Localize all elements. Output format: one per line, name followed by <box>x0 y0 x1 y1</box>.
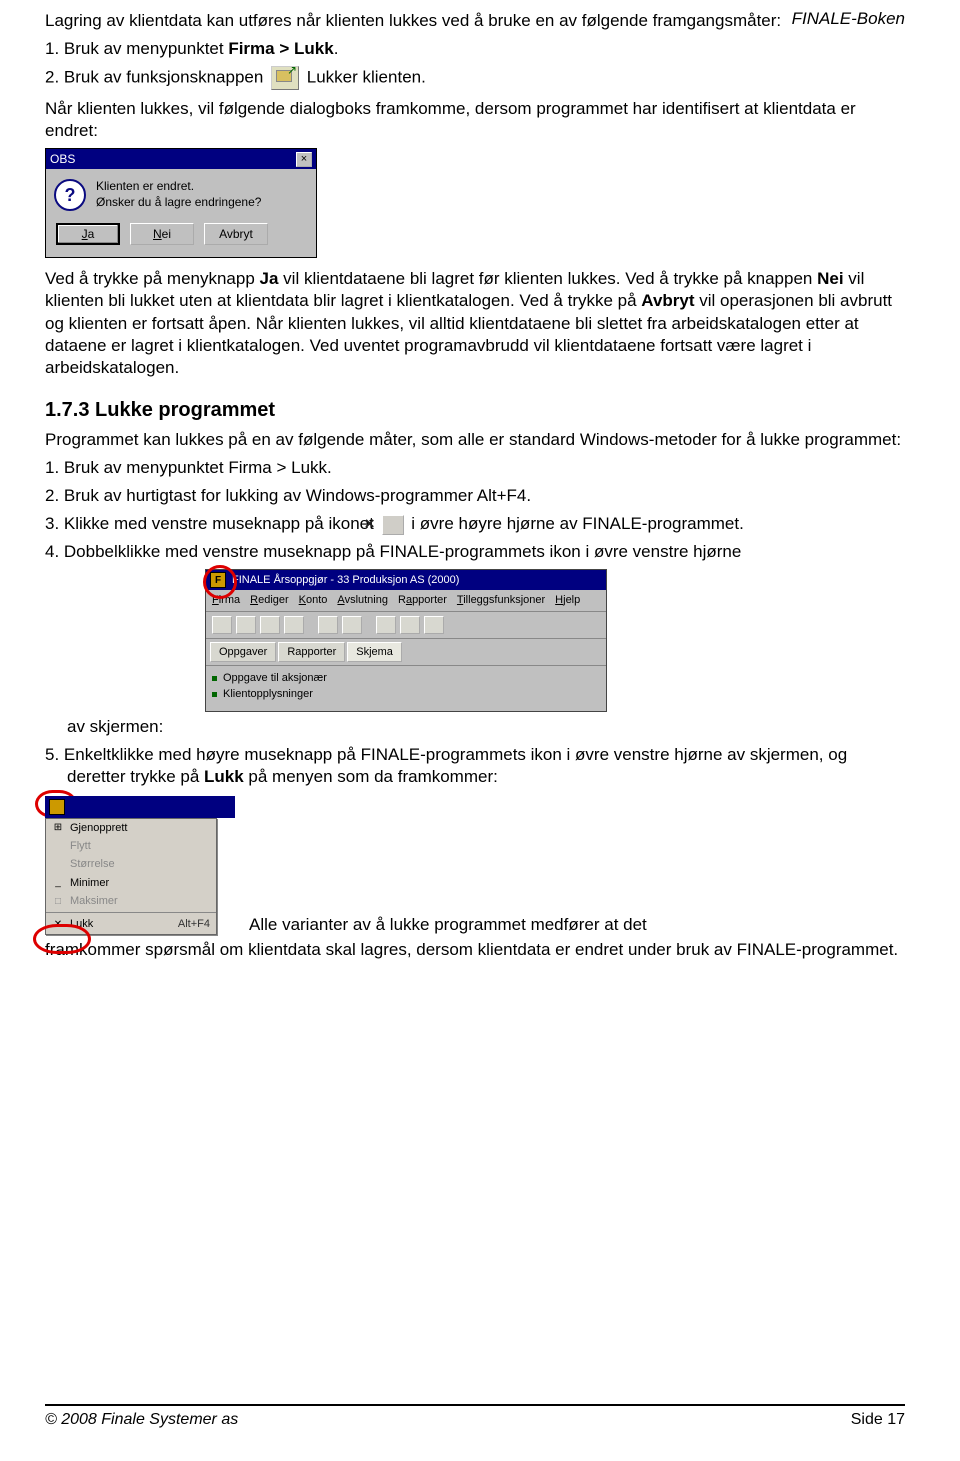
bullet-icon <box>212 676 217 681</box>
tb-save-icon[interactable] <box>284 616 304 634</box>
app-titlebar: F FINALE Årsoppgjør - 33 Produksjon AS (… <box>206 570 606 590</box>
system-menu: ⊞ Gjenopprett Flytt Størrelse _ Minimer □ M… <box>45 818 217 935</box>
footer-right: Side 17 <box>851 1410 905 1431</box>
tb-paste-icon[interactable] <box>424 616 444 634</box>
sec173-l2: 2. Bruk av hurtigtast for lukking av Win… <box>45 485 905 507</box>
sec173-l3: 3. Klikke med venstre museknapp på ikone… <box>45 513 905 535</box>
sec173-l4: 4. Dobbelklikke med venstre museknapp på… <box>45 541 905 563</box>
tb-close-icon[interactable] <box>260 616 280 634</box>
nei-button[interactable]: Nei <box>130 223 194 245</box>
minimize-icon: _ <box>52 876 64 889</box>
app-window: F FINALE Årsoppgjør - 33 Produksjon AS (… <box>205 569 607 711</box>
intro-item1: 1. Bruk av menypunktet Firma > Lukk. <box>45 38 905 60</box>
tb-new-icon[interactable] <box>212 616 232 634</box>
tb-cut-icon[interactable] <box>376 616 396 634</box>
sysmenu-titlebar <box>45 796 235 818</box>
i2-post: Lukker klienten. <box>302 68 426 87</box>
intro-item2: 2. Bruk av funksjonsknappen Lukker klien… <box>45 66 905 90</box>
l5-bold: Lukk <box>204 767 244 786</box>
system-menu-shot: ⊞ Gjenopprett Flytt Størrelse _ Minimer □ M… <box>45 796 235 935</box>
menu-hjelp[interactable]: Hjelp <box>555 594 580 606</box>
sec173-p: Programmet kan lukkes på en av følgende … <box>45 429 905 451</box>
l5-post: på menyen som da framkommer: <box>244 767 498 786</box>
mi-label: Gjenopprett <box>70 821 127 835</box>
exp-mid1: vil klientdataene bli lagret før kliente… <box>278 269 817 288</box>
i1-bold: Firma > Lukk <box>228 39 333 58</box>
dialog-line2: Ønsker du å lagre endringene? <box>96 195 261 211</box>
i2-pre: 2. Bruk av funksjonsknappen <box>45 68 268 87</box>
restore-icon: ⊞ <box>52 821 64 834</box>
avbryt-button[interactable]: Avbryt <box>204 223 268 245</box>
close-client-icon <box>271 66 299 90</box>
mi-label: Størrelse <box>70 857 115 871</box>
app-menubar: FirmaRedigerKontoAvslutningRapporterTill… <box>206 590 606 611</box>
app-list: Oppgave til aksjonær Klientopplysninger <box>206 666 606 711</box>
sysmenu-storrelse: Størrelse <box>46 855 216 873</box>
ja-button[interactable]: Ja <box>56 223 120 245</box>
tab-skjema[interactable]: Skjema <box>347 642 402 662</box>
dialog-titlebar: OBS × <box>46 149 316 169</box>
page-footer: © 2008 Finale Systemer as Side 17 <box>45 1404 905 1431</box>
tb-copy-icon[interactable] <box>400 616 420 634</box>
sysmenu-gjenopprett[interactable]: ⊞ Gjenopprett <box>46 819 216 837</box>
list-item[interactable]: Klientopplysninger <box>212 686 600 702</box>
dialog-title: OBS <box>50 152 75 168</box>
exp-nei: Nei <box>817 269 843 288</box>
app-toolbar <box>206 612 606 639</box>
mi-shortcut: Alt+F4 <box>178 917 210 931</box>
tb-print-icon[interactable] <box>318 616 338 634</box>
ja-rest: a <box>88 227 95 241</box>
i1-pre: 1. Bruk av menypunktet <box>45 39 228 58</box>
list-item-label: Oppgave til aksjonær <box>223 671 327 685</box>
mi-label: Maksimer <box>70 894 118 908</box>
l3-post: i øvre høyre hjørne av FINALE-programmet… <box>407 514 744 533</box>
app-tabs: Oppgaver Rapporter Skjema <box>206 639 606 666</box>
dialog-close-icon[interactable]: × <box>296 152 312 167</box>
menu-konto[interactable]: Konto <box>299 594 328 606</box>
red-circle-lukk-annotation <box>33 924 91 954</box>
intro-p1: Lagring av klientdata kan utføres når kl… <box>45 10 905 32</box>
final-rest: framkommer spørsmål om klientdata skal l… <box>45 939 905 961</box>
exp-avbryt: Avbryt <box>641 291 694 310</box>
dialog-line1: Klienten er endret. <box>96 179 261 195</box>
menu-tillegg[interactable]: Tilleggsfunksjoner <box>457 594 545 606</box>
explain-para: Ved å trykke på menyknapp Ja vil klientd… <box>45 268 905 378</box>
section-173-heading: 1.7.3 Lukke programmet <box>45 397 905 423</box>
menu-rediger[interactable]: Rediger <box>250 594 289 606</box>
mi-label: Flytt <box>70 839 91 853</box>
list-item[interactable]: Oppgave til aksjonær <box>212 670 600 686</box>
l3-pre: 3. Klikke med venstre museknapp på ikone… <box>45 514 379 533</box>
window-close-icon <box>382 515 404 535</box>
question-icon: ? <box>54 179 86 211</box>
tab-oppgaver[interactable]: Oppgaver <box>210 642 276 662</box>
final-inline: Alle varianter av å lukke programmet med… <box>249 914 647 938</box>
app-title: FINALE Årsoppgjør - 33 Produksjon AS (20… <box>232 573 459 587</box>
exp-pre: Ved å trykke på menyknapp <box>45 269 260 288</box>
i1-post: . <box>334 39 339 58</box>
sec173-l5: 5. Enkeltklikke med høyre museknapp på F… <box>45 744 905 788</box>
tb-preview-icon[interactable] <box>342 616 362 634</box>
intro-p2: Når klienten lukkes, vil følgende dialog… <box>45 98 905 142</box>
bullet-icon <box>212 692 217 697</box>
mi-label: Minimer <box>70 876 109 890</box>
list-item-label: Klientopplysninger <box>223 687 313 701</box>
app-icon <box>49 799 65 815</box>
sysmenu-minimer[interactable]: _ Minimer <box>46 874 216 892</box>
menu-rapporter[interactable]: Rapporter <box>398 594 447 606</box>
sysmenu-maksimer: □ Maksimer <box>46 892 216 910</box>
exp-ja: Ja <box>260 269 279 288</box>
book-title: FINALE-Boken <box>792 8 905 30</box>
footer-left: © 2008 Finale Systemer as <box>45 1410 238 1431</box>
maximize-icon: □ <box>52 895 64 908</box>
sec173-l1: 1. Bruk av menypunktet Firma > Lukk. <box>45 457 905 479</box>
sysmenu-flytt: Flytt <box>46 837 216 855</box>
menu-avslutning[interactable]: Avslutning <box>337 594 388 606</box>
obs-dialog: OBS × ? Klienten er endret. Ønsker du å … <box>45 148 317 258</box>
sec173-l4-tail: av skjermen: <box>67 716 905 738</box>
tb-open-icon[interactable] <box>236 616 256 634</box>
tab-rapporter[interactable]: Rapporter <box>278 642 345 662</box>
